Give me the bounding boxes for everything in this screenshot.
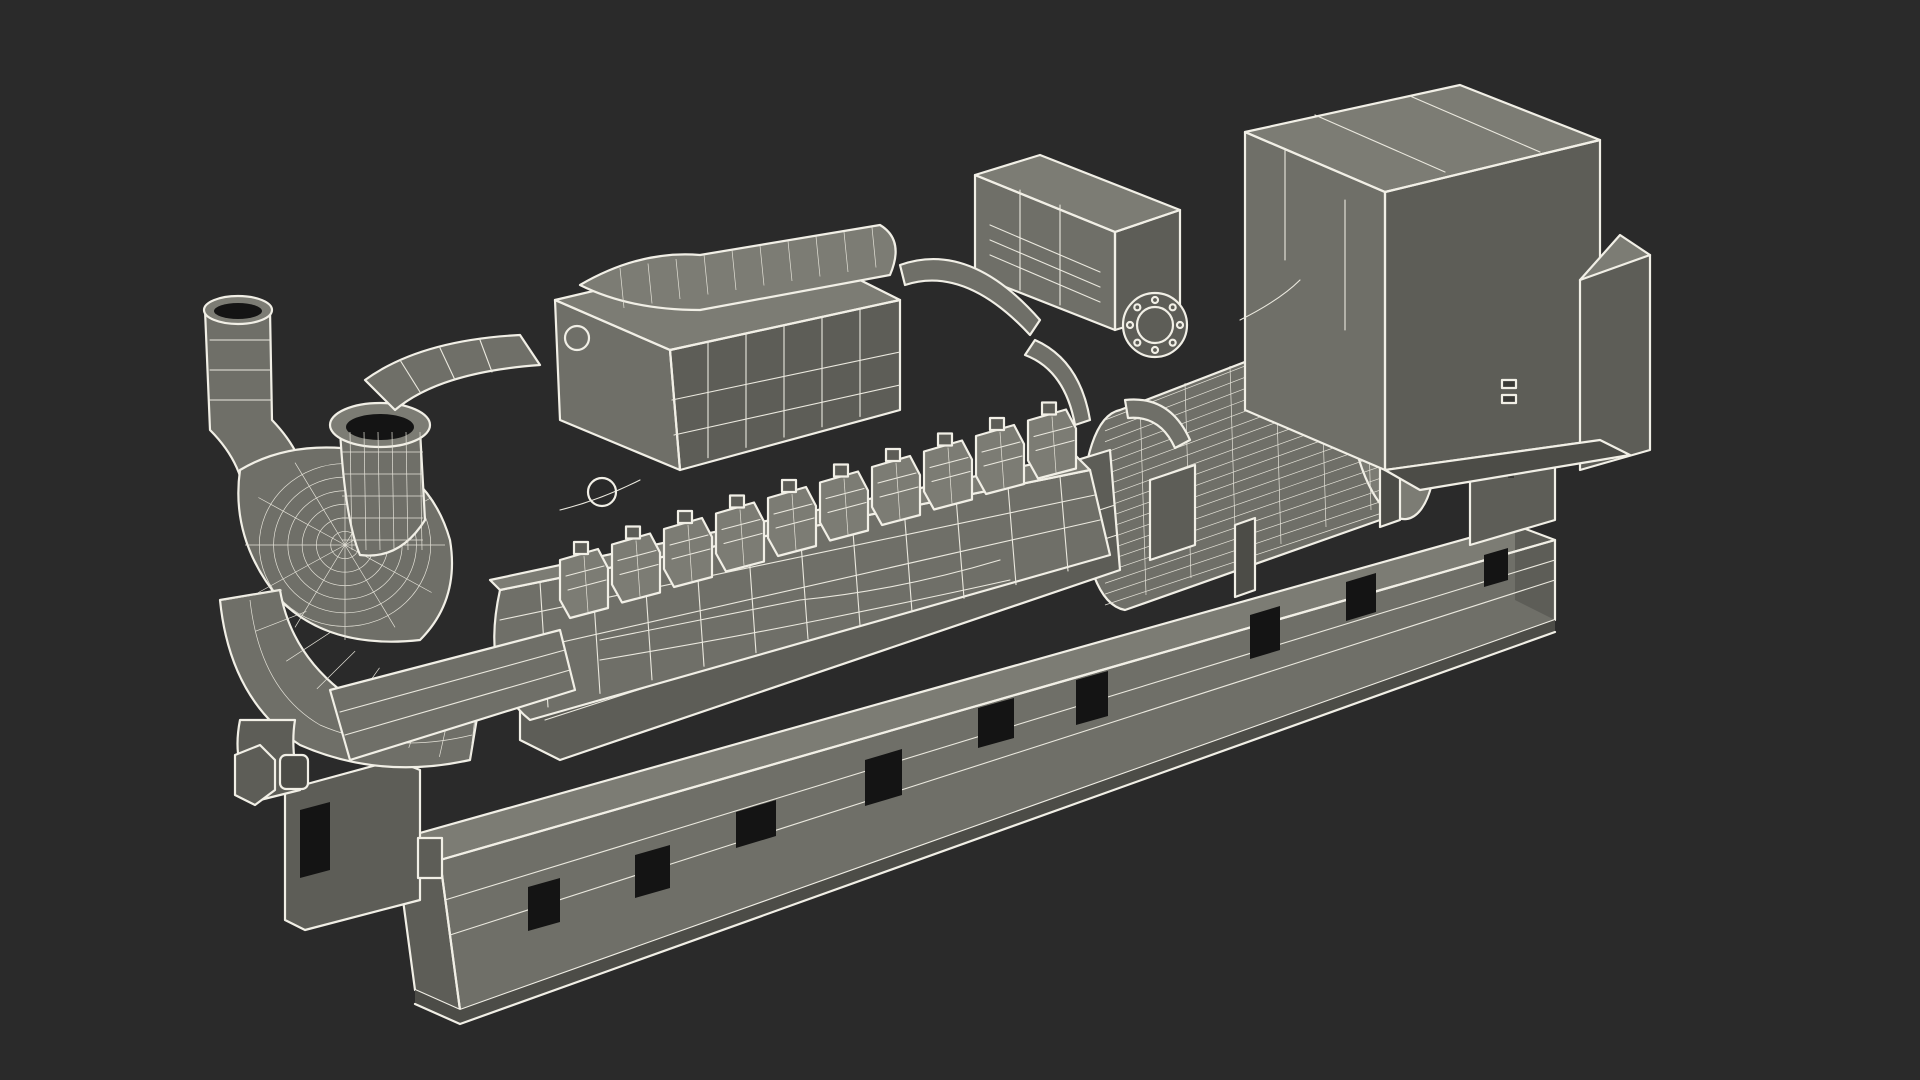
rocker-cover-cap bbox=[782, 480, 796, 492]
terminal-box bbox=[1243, 83, 1652, 492]
rocker-cover-cap bbox=[886, 449, 900, 461]
rocker-cover-cap bbox=[834, 464, 848, 477]
cylinder-head bbox=[974, 416, 1026, 496]
render-viewport bbox=[0, 0, 1920, 1080]
intercooler-housing bbox=[553, 223, 902, 472]
generator-set-model bbox=[202, 83, 1652, 1026]
rocker-cover-cap bbox=[730, 495, 744, 508]
cylinder-head bbox=[870, 447, 922, 527]
cylinder-head bbox=[714, 494, 766, 573]
cylinder-head bbox=[558, 540, 610, 620]
rocker-cover-cap bbox=[938, 433, 952, 446]
cylinder-head bbox=[766, 478, 818, 558]
cylinder-head bbox=[662, 509, 714, 589]
cylinder-head bbox=[1026, 401, 1078, 480]
cylinder-head bbox=[610, 525, 662, 604]
cylinder-head bbox=[922, 432, 974, 511]
rocker-cover-cap bbox=[574, 542, 588, 554]
elbow-ring bbox=[316, 650, 356, 690]
cylinder-head bbox=[818, 463, 870, 542]
rocker-cover-cap bbox=[678, 511, 692, 523]
rocker-cover-cap bbox=[990, 418, 1004, 430]
rocker-cover-cap bbox=[1042, 402, 1056, 415]
rocker-cover-cap bbox=[626, 526, 640, 539]
